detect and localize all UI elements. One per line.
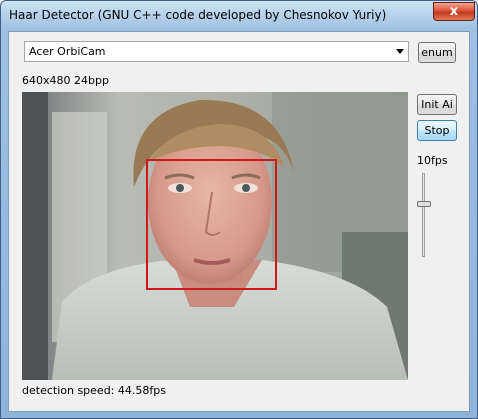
slider-track bbox=[422, 173, 425, 257]
detection-speed-label: detection speed: 44.58fps bbox=[22, 384, 166, 397]
close-icon: x bbox=[449, 4, 459, 19]
window-title: Haar Detector (GNU C++ code developed by… bbox=[9, 8, 387, 22]
video-preview bbox=[22, 92, 408, 380]
fps-slider[interactable] bbox=[417, 173, 431, 257]
camera-select[interactable]: Acer OrbiCam bbox=[24, 41, 409, 62]
chevron-down-icon bbox=[396, 49, 404, 54]
stop-button[interactable]: Stop bbox=[417, 120, 457, 141]
title-bar[interactable]: Haar Detector (GNU C++ code developed by… bbox=[1, 1, 477, 31]
app-window: Haar Detector (GNU C++ code developed by… bbox=[0, 0, 478, 419]
init-ai-button[interactable]: Init Ai bbox=[417, 94, 457, 115]
face-detection-box bbox=[146, 159, 277, 290]
video-format-label: 640x480 24bpp bbox=[22, 74, 109, 87]
slider-thumb[interactable] bbox=[417, 201, 431, 207]
enum-button[interactable]: enum bbox=[418, 42, 456, 63]
fps-label: 10fps bbox=[417, 154, 448, 167]
camera-select-value: Acer OrbiCam bbox=[29, 45, 106, 58]
close-button[interactable]: x bbox=[433, 2, 475, 21]
client-area: Acer OrbiCam enum 640x480 24bpp Init Ai … bbox=[8, 31, 470, 412]
